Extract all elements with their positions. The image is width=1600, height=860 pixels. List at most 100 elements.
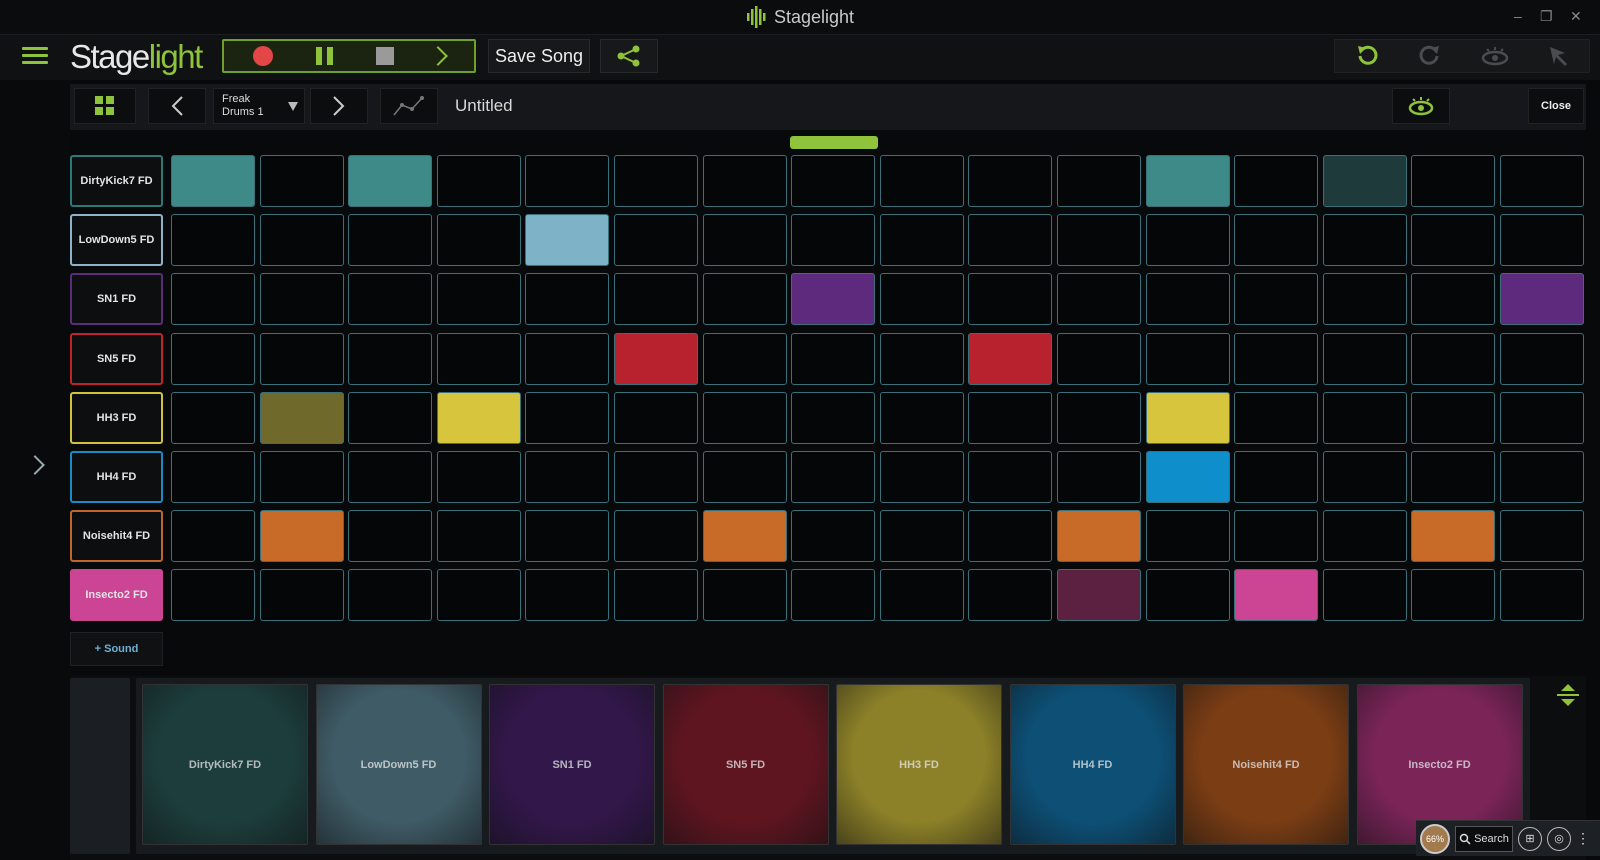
step-cell[interactable] [614, 273, 698, 326]
step-cell[interactable] [1234, 391, 1319, 444]
step-cell[interactable] [1234, 332, 1319, 385]
step-cell[interactable] [259, 569, 344, 622]
step-cell[interactable] [1500, 391, 1584, 444]
step-cell[interactable] [1322, 332, 1407, 385]
step-cell[interactable] [436, 510, 521, 563]
step-cell[interactable] [791, 273, 876, 326]
step-cell[interactable] [1411, 391, 1496, 444]
step-cell[interactable] [968, 510, 1053, 563]
step-cell[interactable] [171, 155, 255, 207]
step-cell[interactable] [1057, 332, 1141, 385]
step-cell[interactable] [614, 332, 698, 385]
step-cell[interactable] [525, 332, 610, 385]
step-cell[interactable] [1145, 391, 1230, 444]
drum-pad[interactable]: SN5 FD [662, 684, 829, 845]
step-cell[interactable] [1057, 155, 1141, 207]
step-cell[interactable] [968, 391, 1053, 444]
undo-icon[interactable] [1354, 43, 1380, 69]
step-cell[interactable] [525, 214, 610, 267]
step-cell[interactable] [1234, 214, 1319, 267]
step-cell[interactable] [1234, 273, 1319, 326]
previous-kit-button[interactable] [148, 88, 206, 124]
step-cell[interactable] [348, 569, 433, 622]
step-cell[interactable] [879, 391, 964, 444]
step-cell[interactable] [1500, 273, 1584, 326]
step-cell[interactable] [1145, 155, 1230, 207]
step-cell[interactable] [1322, 391, 1407, 444]
step-cell[interactable] [1500, 569, 1584, 622]
step-cell[interactable] [171, 332, 255, 385]
step-cell[interactable] [171, 569, 255, 622]
step-cell[interactable] [348, 510, 433, 563]
step-cell[interactable] [1234, 155, 1319, 207]
step-cell[interactable] [348, 155, 433, 207]
track-label[interactable]: DirtyKick7 FD [70, 155, 163, 207]
step-cell[interactable] [791, 451, 876, 503]
step-cell[interactable] [1411, 214, 1496, 267]
step-cell[interactable] [702, 155, 787, 207]
step-cell[interactable] [1411, 273, 1496, 326]
step-cell[interactable] [702, 510, 787, 563]
app-launcher-icon[interactable]: ◎ [1547, 826, 1571, 851]
step-cell[interactable] [436, 273, 521, 326]
step-cell[interactable] [791, 510, 876, 563]
track-label[interactable]: SN1 FD [70, 273, 163, 326]
step-cell[interactable] [791, 214, 876, 267]
step-cell[interactable] [171, 273, 255, 326]
step-cell[interactable] [968, 155, 1053, 207]
step-cell[interactable] [436, 391, 521, 444]
step-cell[interactable] [791, 391, 876, 444]
step-cell[interactable] [968, 332, 1053, 385]
step-cell[interactable] [1145, 273, 1230, 326]
step-cell[interactable] [1145, 510, 1230, 563]
step-cell[interactable] [1500, 510, 1584, 563]
step-cell[interactable] [1411, 451, 1496, 503]
step-cell[interactable] [259, 391, 344, 444]
drum-pad[interactable]: SN1 FD [489, 684, 655, 845]
pause-icon[interactable] [316, 47, 334, 65]
step-cell[interactable] [525, 391, 610, 444]
step-cell[interactable] [1145, 332, 1230, 385]
task-view-icon[interactable]: ⊞ [1518, 826, 1542, 851]
track-label[interactable]: LowDown5 FD [70, 214, 163, 267]
step-cell[interactable] [614, 569, 698, 622]
drum-pad[interactable]: HH4 FD [1009, 684, 1176, 845]
track-label[interactable]: Noisehit4 FD [70, 510, 163, 563]
automation-button[interactable] [380, 88, 438, 124]
resize-panel-button[interactable] [1548, 680, 1588, 710]
track-label[interactable]: HH3 FD [70, 391, 163, 444]
step-cell[interactable] [1411, 155, 1496, 207]
step-cell[interactable] [171, 510, 255, 563]
step-cell[interactable] [436, 451, 521, 503]
step-cell[interactable] [348, 332, 433, 385]
step-cell[interactable] [1322, 569, 1407, 622]
drum-pad[interactable]: Noisehit4 FD [1183, 684, 1349, 845]
next-kit-button[interactable] [310, 88, 368, 124]
step-cell[interactable] [348, 273, 433, 326]
minimize-button[interactable]: – [1514, 8, 1522, 24]
step-cell[interactable] [525, 155, 610, 207]
step-cell[interactable] [879, 569, 964, 622]
step-cell[interactable] [1057, 214, 1141, 267]
close-button[interactable]: Close [1528, 88, 1584, 124]
clip-title[interactable]: Untitled [455, 96, 513, 116]
step-cell[interactable] [1234, 569, 1319, 622]
taskbar-search-button[interactable]: Search [1455, 825, 1513, 852]
step-cell[interactable] [702, 451, 787, 503]
step-cell[interactable] [1411, 332, 1496, 385]
step-cell[interactable] [968, 451, 1053, 503]
step-cell[interactable] [879, 273, 964, 326]
share-button[interactable] [600, 39, 658, 73]
step-cell[interactable] [259, 273, 344, 326]
step-cell[interactable] [1322, 510, 1407, 563]
step-cell[interactable] [1500, 451, 1584, 503]
step-cell[interactable] [791, 155, 876, 207]
step-cell[interactable] [1322, 273, 1407, 326]
record-icon[interactable] [253, 46, 274, 66]
step-cell[interactable] [259, 451, 344, 503]
step-cell[interactable] [702, 569, 787, 622]
step-cell[interactable] [791, 569, 876, 622]
step-cell[interactable] [259, 510, 344, 563]
step-cell[interactable] [1145, 451, 1230, 503]
step-cell[interactable] [614, 155, 698, 207]
